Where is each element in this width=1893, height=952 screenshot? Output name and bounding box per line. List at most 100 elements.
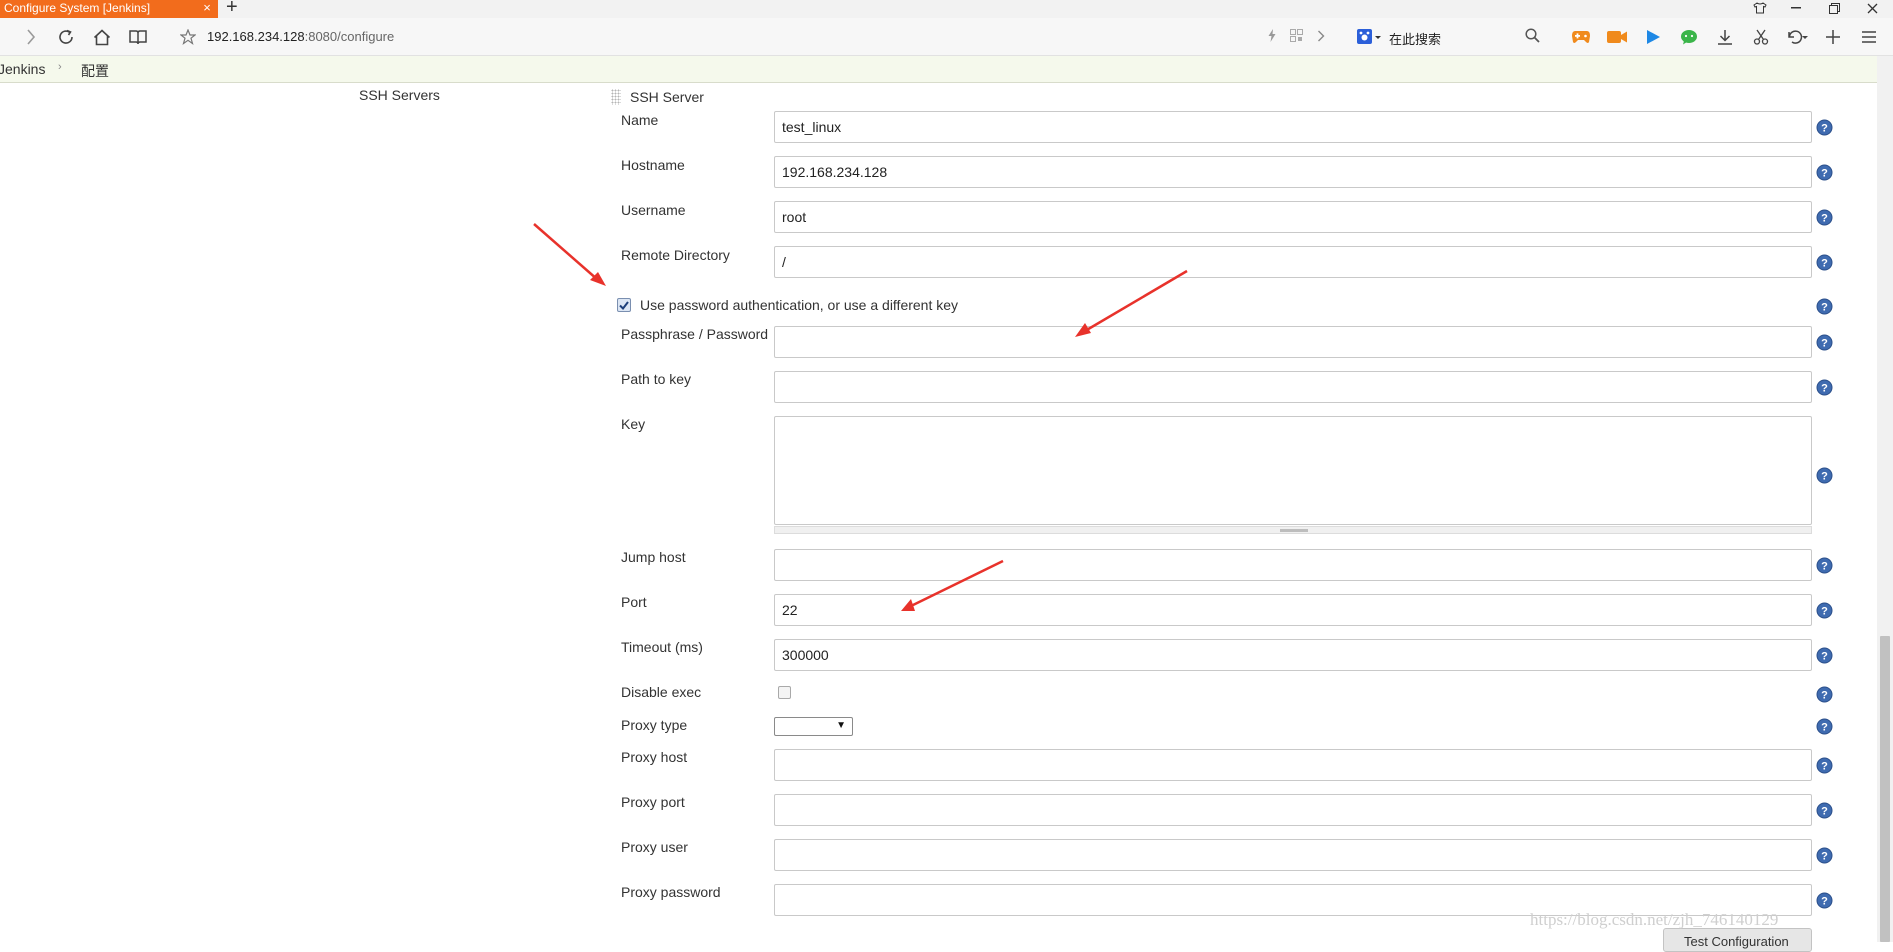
game-controller-icon[interactable] xyxy=(1563,27,1599,47)
tab-close-icon[interactable]: × xyxy=(198,0,216,18)
remote-directory-label: Remote Directory xyxy=(621,247,730,263)
help-icon[interactable]: ? xyxy=(1816,847,1833,864)
svg-text:?: ? xyxy=(1821,123,1828,135)
disable-exec-checkbox[interactable] xyxy=(778,686,791,699)
help-icon[interactable]: ? xyxy=(1816,686,1833,703)
svg-text:?: ? xyxy=(1821,761,1828,773)
download-icon[interactable] xyxy=(1707,27,1743,47)
help-icon[interactable]: ? xyxy=(1816,379,1833,396)
help-icon[interactable]: ? xyxy=(1816,718,1833,735)
svg-text:?: ? xyxy=(1821,338,1828,350)
tab-title: Configure System [Jenkins] xyxy=(4,1,151,15)
breadcrumb-jenkins[interactable]: Jenkins xyxy=(0,61,45,77)
undo-icon[interactable] xyxy=(1779,27,1815,47)
hostname-field[interactable] xyxy=(774,156,1812,188)
wechat-icon[interactable] xyxy=(1671,27,1707,47)
help-icon[interactable]: ? xyxy=(1816,602,1833,619)
help-icon[interactable]: ? xyxy=(1816,467,1833,484)
drag-handle-icon[interactable] xyxy=(611,89,621,105)
search-placeholder: 在此搜索 xyxy=(1389,32,1442,47)
svg-text:?: ? xyxy=(1821,168,1828,180)
proxy-user-label: Proxy user xyxy=(621,839,688,855)
breadcrumb: Jenkins › 配置 xyxy=(0,56,1893,83)
home-icon[interactable] xyxy=(89,25,115,49)
reload-icon[interactable] xyxy=(53,25,79,49)
path-to-key-field[interactable] xyxy=(774,371,1812,403)
passphrase-field[interactable] xyxy=(774,326,1812,358)
test-configuration-button[interactable]: Test Configuration xyxy=(1663,928,1812,952)
browser-tab-bar: Configure System [Jenkins] × + xyxy=(0,0,1893,18)
help-icon[interactable]: ? xyxy=(1816,298,1833,315)
timeout-field[interactable] xyxy=(774,639,1812,671)
watermark: https://blog.csdn.net/zjh_746140129 xyxy=(1530,910,1779,929)
browser-tab-active[interactable]: Configure System [Jenkins] xyxy=(0,0,218,18)
annotation-arrow xyxy=(533,223,606,286)
svg-text:?: ? xyxy=(1821,302,1828,314)
jump-host-field[interactable] xyxy=(774,549,1812,581)
help-icon[interactable]: ? xyxy=(1816,557,1833,574)
svg-text:?: ? xyxy=(1821,690,1828,702)
username-label: Username xyxy=(621,202,686,218)
port-label: Port xyxy=(621,594,647,610)
proxy-user-field[interactable] xyxy=(774,839,1812,871)
svg-text:?: ? xyxy=(1821,896,1828,908)
add-icon[interactable] xyxy=(1815,27,1851,47)
remote-directory-field[interactable] xyxy=(774,246,1812,278)
help-icon[interactable]: ? xyxy=(1816,757,1833,774)
use-password-checkbox[interactable] xyxy=(617,298,631,312)
proxy-host-field[interactable] xyxy=(774,749,1812,781)
disable-exec-label: Disable exec xyxy=(621,684,702,700)
scissors-icon[interactable] xyxy=(1743,27,1779,47)
play-video-icon[interactable] xyxy=(1635,27,1671,47)
path-to-key-label: Path to key xyxy=(621,371,692,387)
lightning-icon[interactable] xyxy=(1268,29,1276,42)
help-icon[interactable]: ? xyxy=(1816,892,1833,909)
hostname-label: Hostname xyxy=(621,157,685,173)
proxy-type-select[interactable]: ▼ xyxy=(774,717,853,736)
search-icon[interactable] xyxy=(1525,28,1540,43)
dropdown-caret-icon: ▼ xyxy=(836,720,846,731)
scrollbar-thumb[interactable] xyxy=(1880,636,1890,942)
key-textarea[interactable] xyxy=(774,416,1812,525)
help-icon[interactable]: ? xyxy=(1816,647,1833,664)
url-text[interactable]: 192.168.234.128:8080/configure xyxy=(207,29,394,44)
name-field[interactable] xyxy=(774,111,1812,143)
forward-icon[interactable] xyxy=(18,25,44,49)
textarea-resize-handle[interactable] xyxy=(774,526,1812,534)
address-bar[interactable]: 192.168.234.128:8080/configure xyxy=(180,24,1210,50)
help-icon[interactable]: ? xyxy=(1816,802,1833,819)
proxy-host-label: Proxy host xyxy=(621,749,688,765)
help-icon[interactable]: ? xyxy=(1816,209,1833,226)
window-close-icon[interactable] xyxy=(1855,0,1889,16)
search-box[interactable]: 在此搜索 xyxy=(1356,25,1580,49)
username-field[interactable] xyxy=(774,201,1812,233)
reading-mode-icon[interactable] xyxy=(125,25,151,49)
breadcrumb-configure[interactable]: 配置 xyxy=(81,61,109,81)
port-field[interactable] xyxy=(774,594,1812,626)
svg-text:?: ? xyxy=(1821,383,1828,395)
menu-icon[interactable] xyxy=(1851,27,1887,47)
qr-code-icon[interactable] xyxy=(1290,29,1303,42)
new-tab-button[interactable]: + xyxy=(226,0,238,17)
subsection-title: SSH Server xyxy=(630,89,704,105)
use-password-label[interactable]: Use password authentication, or use a di… xyxy=(640,297,958,313)
chevron-right-icon[interactable] xyxy=(1317,30,1325,42)
timeout-label: Timeout (ms) xyxy=(621,639,703,655)
page-scrollbar[interactable] xyxy=(1877,56,1893,942)
favorite-star-icon[interactable] xyxy=(180,29,196,45)
minimize-icon[interactable] xyxy=(1779,0,1813,16)
svg-text:?: ? xyxy=(1821,651,1828,663)
shirt-skin-icon[interactable] xyxy=(1743,0,1777,16)
proxy-port-field[interactable] xyxy=(774,794,1812,826)
help-icon[interactable]: ? xyxy=(1816,119,1833,136)
search-engine-selector[interactable] xyxy=(1356,28,1382,46)
help-icon[interactable]: ? xyxy=(1816,164,1833,181)
svg-text:?: ? xyxy=(1821,606,1828,618)
svg-text:?: ? xyxy=(1821,258,1828,270)
video-camera-icon[interactable] xyxy=(1599,27,1635,47)
restore-icon[interactable] xyxy=(1817,0,1851,16)
proxy-type-label: Proxy type xyxy=(621,717,688,733)
help-icon[interactable]: ? xyxy=(1816,254,1833,271)
help-icon[interactable]: ? xyxy=(1816,334,1833,351)
svg-text:?: ? xyxy=(1821,561,1828,573)
